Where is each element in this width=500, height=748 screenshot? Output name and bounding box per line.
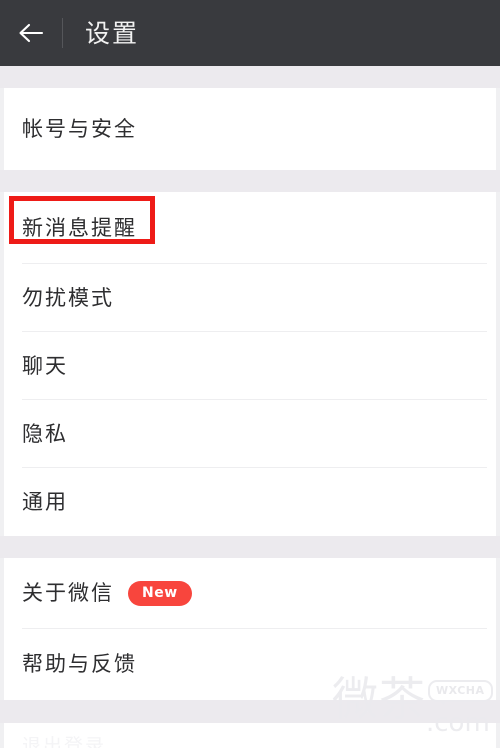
settings-item-label: 帮助与反馈 xyxy=(22,652,137,676)
page-title: 设置 xyxy=(85,18,140,48)
header-divider xyxy=(62,18,63,48)
settings-item-label: 新消息提醒 xyxy=(22,215,137,240)
section-gap-top xyxy=(0,66,500,88)
arrow-left-icon xyxy=(17,21,45,45)
settings-item-about-wechat[interactable]: 关于微信 New xyxy=(4,558,496,629)
phone-screen: 设置 帐号与安全 新消息提醒 勿扰模式 聊天 隐私 通用 关于微信 New 帮助… xyxy=(0,0,500,748)
app-header: 设置 xyxy=(0,0,500,66)
settings-item-account-security[interactable]: 帐号与安全 xyxy=(4,88,496,170)
settings-item-help-feedback[interactable]: 帮助与反馈 xyxy=(4,629,496,700)
section-gap-1 xyxy=(0,170,500,192)
settings-item-privacy[interactable]: 隐私 xyxy=(4,400,496,468)
settings-item-do-not-disturb[interactable]: 勿扰模式 xyxy=(4,264,496,332)
section-gap-2 xyxy=(0,536,500,558)
status-badge-new: New xyxy=(128,581,192,606)
settings-item-logout-partial[interactable]: 退出登录 xyxy=(22,737,106,748)
back-button[interactable] xyxy=(0,0,62,66)
settings-item-label: 勿扰模式 xyxy=(22,285,114,310)
settings-group-about: 关于微信 New 帮助与反馈 xyxy=(4,558,496,700)
settings-item-label: 隐私 xyxy=(22,421,68,446)
settings-item-label: 通用 xyxy=(22,489,68,514)
settings-item-label: 帐号与安全 xyxy=(22,116,137,141)
settings-item-new-message-notifications[interactable]: 新消息提醒 xyxy=(4,192,496,264)
settings-item-chat[interactable]: 聊天 xyxy=(4,332,496,400)
section-gap-3 xyxy=(0,700,500,723)
screen-edge-right xyxy=(496,66,500,748)
settings-group-account: 帐号与安全 xyxy=(4,88,496,170)
settings-group-preferences: 新消息提醒 勿扰模式 聊天 隐私 通用 xyxy=(4,192,496,536)
settings-item-label: 聊天 xyxy=(22,353,68,378)
settings-item-general[interactable]: 通用 xyxy=(4,468,496,536)
settings-item-label: 关于微信 xyxy=(22,581,114,605)
